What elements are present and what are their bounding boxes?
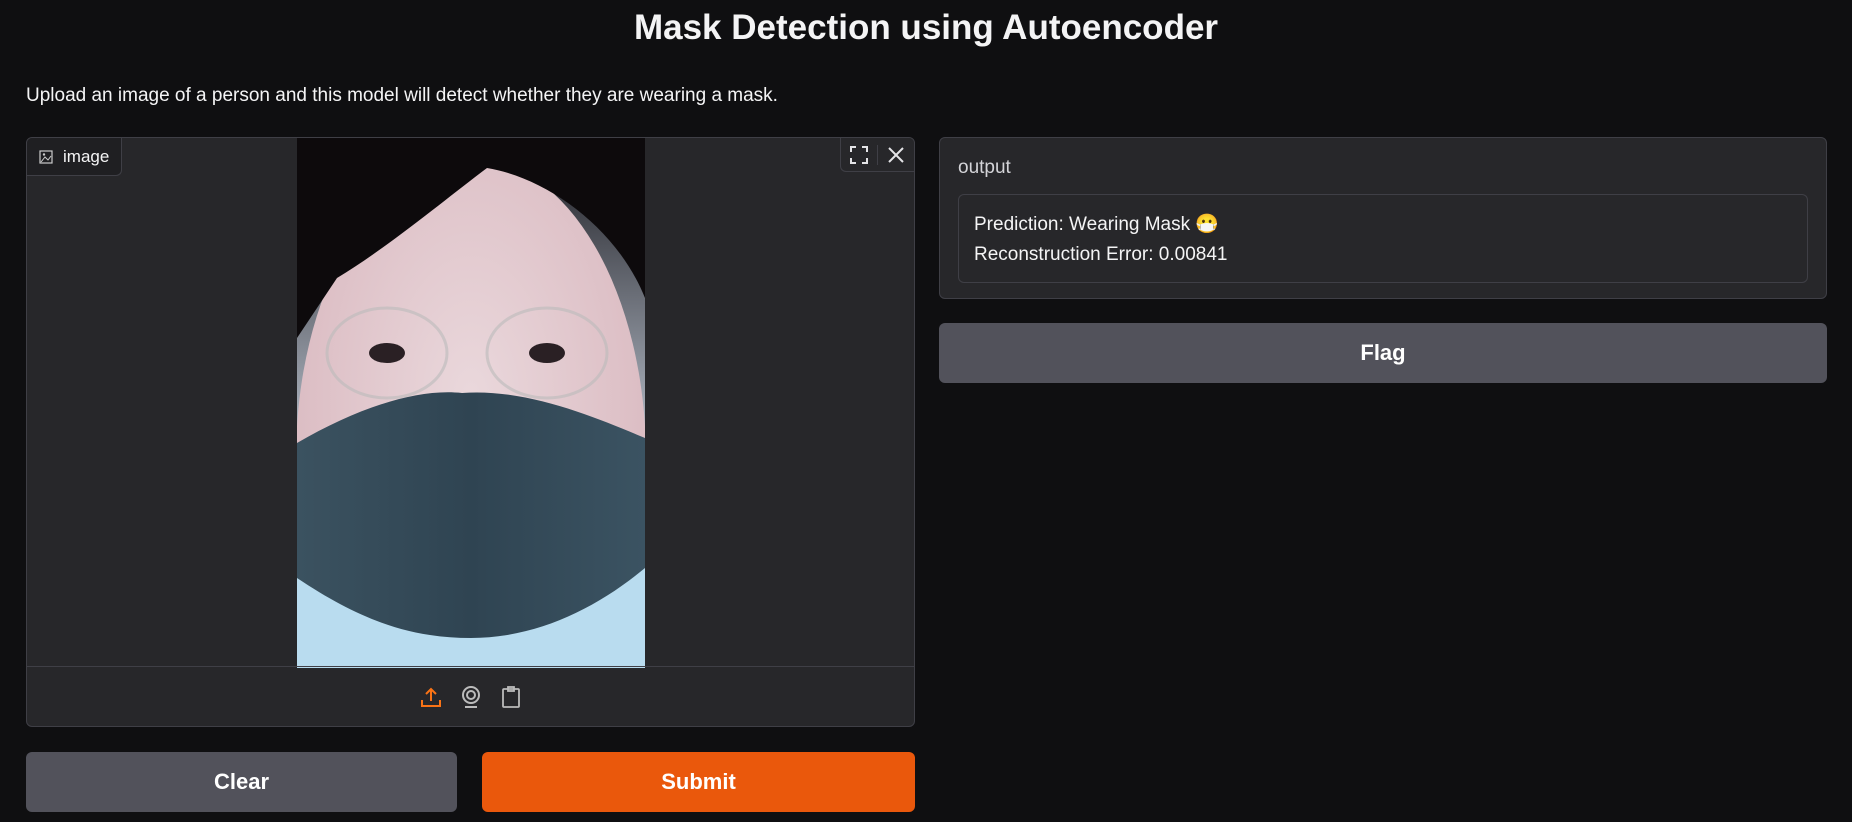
image-input-panel[interactable]: image xyxy=(26,137,915,727)
image-icon xyxy=(39,149,53,164)
flag-button[interactable]: Flag xyxy=(939,323,1827,383)
page-title: Mask Detection using Autoencoder xyxy=(633,8,1219,47)
upload-icon[interactable] xyxy=(420,686,442,708)
reconstruction-error-text: Reconstruction Error: 0.00841 xyxy=(974,244,1228,265)
uploaded-photo xyxy=(297,138,645,668)
output-textbox[interactable]: Prediction: Wearing Mask 😷 Reconstructio… xyxy=(958,194,1808,283)
submit-button[interactable]: Submit xyxy=(482,752,915,812)
webcam-icon[interactable] xyxy=(460,685,482,708)
source-toolbar xyxy=(27,666,914,726)
clear-button[interactable]: Clear xyxy=(26,752,457,812)
image-label: image xyxy=(27,138,123,176)
output-panel: output Prediction: Wearing Mask 😷 Recons… xyxy=(939,137,1827,299)
clipboard-icon[interactable] xyxy=(500,685,522,708)
page-description: Upload an image of a person and this mod… xyxy=(26,85,778,106)
close-icon[interactable] xyxy=(886,145,906,165)
output-label: output xyxy=(958,157,1011,178)
image-controls xyxy=(840,138,914,172)
image-label-text: image xyxy=(63,146,110,166)
fullscreen-icon[interactable] xyxy=(849,145,869,165)
prediction-text: Prediction: Wearing Mask 😷 xyxy=(974,214,1220,235)
